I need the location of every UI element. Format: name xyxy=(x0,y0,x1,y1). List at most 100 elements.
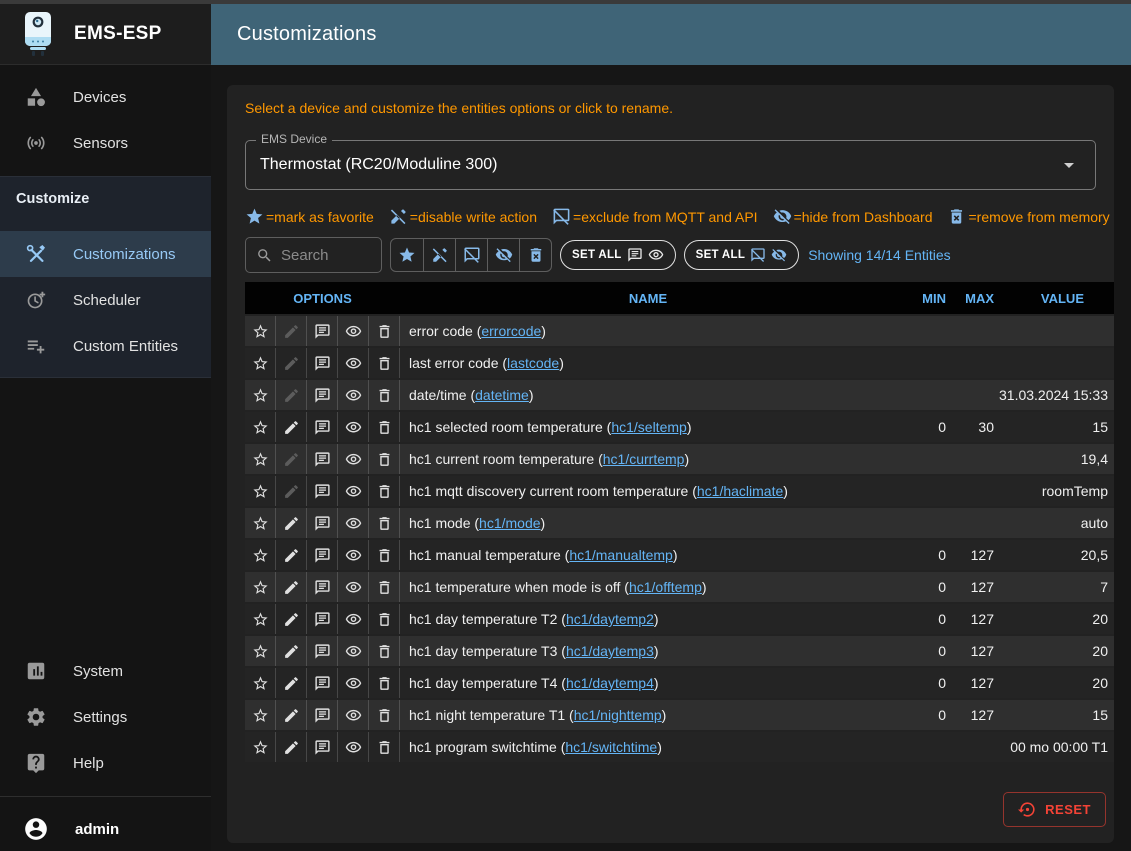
remove-button[interactable] xyxy=(369,636,400,666)
remove-button[interactable] xyxy=(369,540,400,570)
reset-button[interactable]: RESET xyxy=(1003,792,1106,827)
visibility-button[interactable] xyxy=(338,348,369,378)
entity-link[interactable]: hc1/mode xyxy=(479,515,540,531)
entity-link[interactable]: lastcode xyxy=(507,355,559,371)
mqtt-exclude-button[interactable] xyxy=(307,572,338,602)
mqtt-exclude-button[interactable] xyxy=(307,732,338,762)
favorite-button[interactable] xyxy=(245,412,276,442)
remove-button[interactable] xyxy=(369,572,400,602)
mqtt-exclude-button[interactable] xyxy=(307,700,338,730)
remove-button[interactable] xyxy=(369,668,400,698)
filter-write-disabled-button[interactable] xyxy=(423,239,455,271)
rename-button[interactable] xyxy=(276,636,307,666)
mqtt-exclude-button[interactable] xyxy=(307,380,338,410)
remove-button[interactable] xyxy=(369,316,400,346)
rename-button[interactable] xyxy=(276,540,307,570)
set-all-button[interactable]: SET ALL xyxy=(684,240,800,270)
favorite-button[interactable] xyxy=(245,636,276,666)
entity-link[interactable]: errorcode xyxy=(481,323,541,339)
filter-removed-button[interactable] xyxy=(519,239,551,271)
mqtt-exclude-button[interactable] xyxy=(307,636,338,666)
rename-button[interactable] xyxy=(276,412,307,442)
favorite-button[interactable] xyxy=(245,380,276,410)
sidebar-item-sensors[interactable]: Sensors xyxy=(0,120,211,166)
remove-button[interactable] xyxy=(369,508,400,538)
favorite-button[interactable] xyxy=(245,476,276,506)
mqtt-exclude-button[interactable] xyxy=(307,412,338,442)
visibility-button[interactable] xyxy=(338,380,369,410)
sidebar-item-custom-entities[interactable]: Custom Entities xyxy=(0,323,211,369)
entity-link[interactable]: datetime xyxy=(475,387,529,403)
sidebar-item-devices[interactable]: Devices xyxy=(0,74,211,120)
remove-button[interactable] xyxy=(369,380,400,410)
favorite-button[interactable] xyxy=(245,444,276,474)
visibility-button[interactable] xyxy=(338,604,369,634)
eye-icon xyxy=(345,387,362,404)
filter-favorite-button[interactable] xyxy=(391,239,423,271)
visibility-button[interactable] xyxy=(338,540,369,570)
visibility-button[interactable] xyxy=(338,636,369,666)
mqtt-exclude-button[interactable] xyxy=(307,668,338,698)
mqtt-exclude-button[interactable] xyxy=(307,444,338,474)
mqtt-exclude-button[interactable] xyxy=(307,316,338,346)
rename-button[interactable] xyxy=(276,700,307,730)
table-row: hc1 night temperature T1 (hc1/nighttemp)… xyxy=(245,700,1114,730)
rename-button[interactable] xyxy=(276,604,307,634)
favorite-button[interactable] xyxy=(245,540,276,570)
favorite-button[interactable] xyxy=(245,508,276,538)
entity-link[interactable]: hc1/manualtemp xyxy=(569,547,673,563)
visibility-button[interactable] xyxy=(338,572,369,602)
visibility-button[interactable] xyxy=(338,508,369,538)
mqtt-exclude-button[interactable] xyxy=(307,508,338,538)
favorite-button[interactable] xyxy=(245,668,276,698)
visibility-button[interactable] xyxy=(338,700,369,730)
remove-button[interactable] xyxy=(369,476,400,506)
favorite-button[interactable] xyxy=(245,348,276,378)
sidebar-item-admin[interactable]: admin xyxy=(0,807,211,851)
filter-hidden-button[interactable] xyxy=(487,239,519,271)
favorite-button[interactable] xyxy=(245,316,276,346)
remove-button[interactable] xyxy=(369,444,400,474)
entity-link[interactable]: hc1/nighttemp xyxy=(574,707,662,723)
rename-button[interactable] xyxy=(276,732,307,762)
entity-link[interactable]: hc1/currtemp xyxy=(603,451,685,467)
sidebar-item-customizations[interactable]: Customizations xyxy=(0,231,211,277)
remove-button[interactable] xyxy=(369,604,400,634)
mqtt-exclude-button[interactable] xyxy=(307,348,338,378)
remove-button[interactable] xyxy=(369,412,400,442)
sidebar-item-system[interactable]: System xyxy=(0,648,211,694)
visibility-button[interactable] xyxy=(338,732,369,762)
visibility-button[interactable] xyxy=(338,412,369,442)
entity-link[interactable]: hc1/offtemp xyxy=(629,579,702,595)
favorite-button[interactable] xyxy=(245,572,276,602)
mqtt-exclude-button[interactable] xyxy=(307,540,338,570)
entity-link[interactable]: hc1/daytemp4 xyxy=(566,675,654,691)
visibility-button[interactable] xyxy=(338,668,369,698)
sidebar-item-help[interactable]: Help xyxy=(0,740,211,786)
entity-link[interactable]: hc1/switchtime xyxy=(565,739,657,755)
favorite-button[interactable] xyxy=(245,700,276,730)
remove-button[interactable] xyxy=(369,700,400,730)
filter-mqtt-excluded-button[interactable] xyxy=(455,239,487,271)
rename-button[interactable] xyxy=(276,508,307,538)
visibility-button[interactable] xyxy=(338,316,369,346)
mqtt-exclude-button[interactable] xyxy=(307,604,338,634)
favorite-button[interactable] xyxy=(245,732,276,762)
visibility-button[interactable] xyxy=(338,476,369,506)
sidebar-item-scheduler[interactable]: Scheduler xyxy=(0,277,211,323)
entity-link[interactable]: hc1/seltemp xyxy=(611,419,686,435)
visibility-button[interactable] xyxy=(338,444,369,474)
favorite-button[interactable] xyxy=(245,604,276,634)
set-all-button[interactable]: SET ALL xyxy=(560,240,676,270)
entity-link[interactable]: hc1/daytemp3 xyxy=(566,643,654,659)
mqtt-exclude-button[interactable] xyxy=(307,476,338,506)
rename-button[interactable] xyxy=(276,572,307,602)
search-input[interactable] xyxy=(281,247,371,264)
rename-button[interactable] xyxy=(276,668,307,698)
remove-button[interactable] xyxy=(369,732,400,762)
entity-link[interactable]: hc1/haclimate xyxy=(697,483,783,499)
ems-device-select[interactable]: EMS Device Thermostat (RC20/Moduline 300… xyxy=(245,140,1096,190)
sidebar-item-settings[interactable]: Settings xyxy=(0,694,211,740)
remove-button[interactable] xyxy=(369,348,400,378)
entity-link[interactable]: hc1/daytemp2 xyxy=(566,611,654,627)
